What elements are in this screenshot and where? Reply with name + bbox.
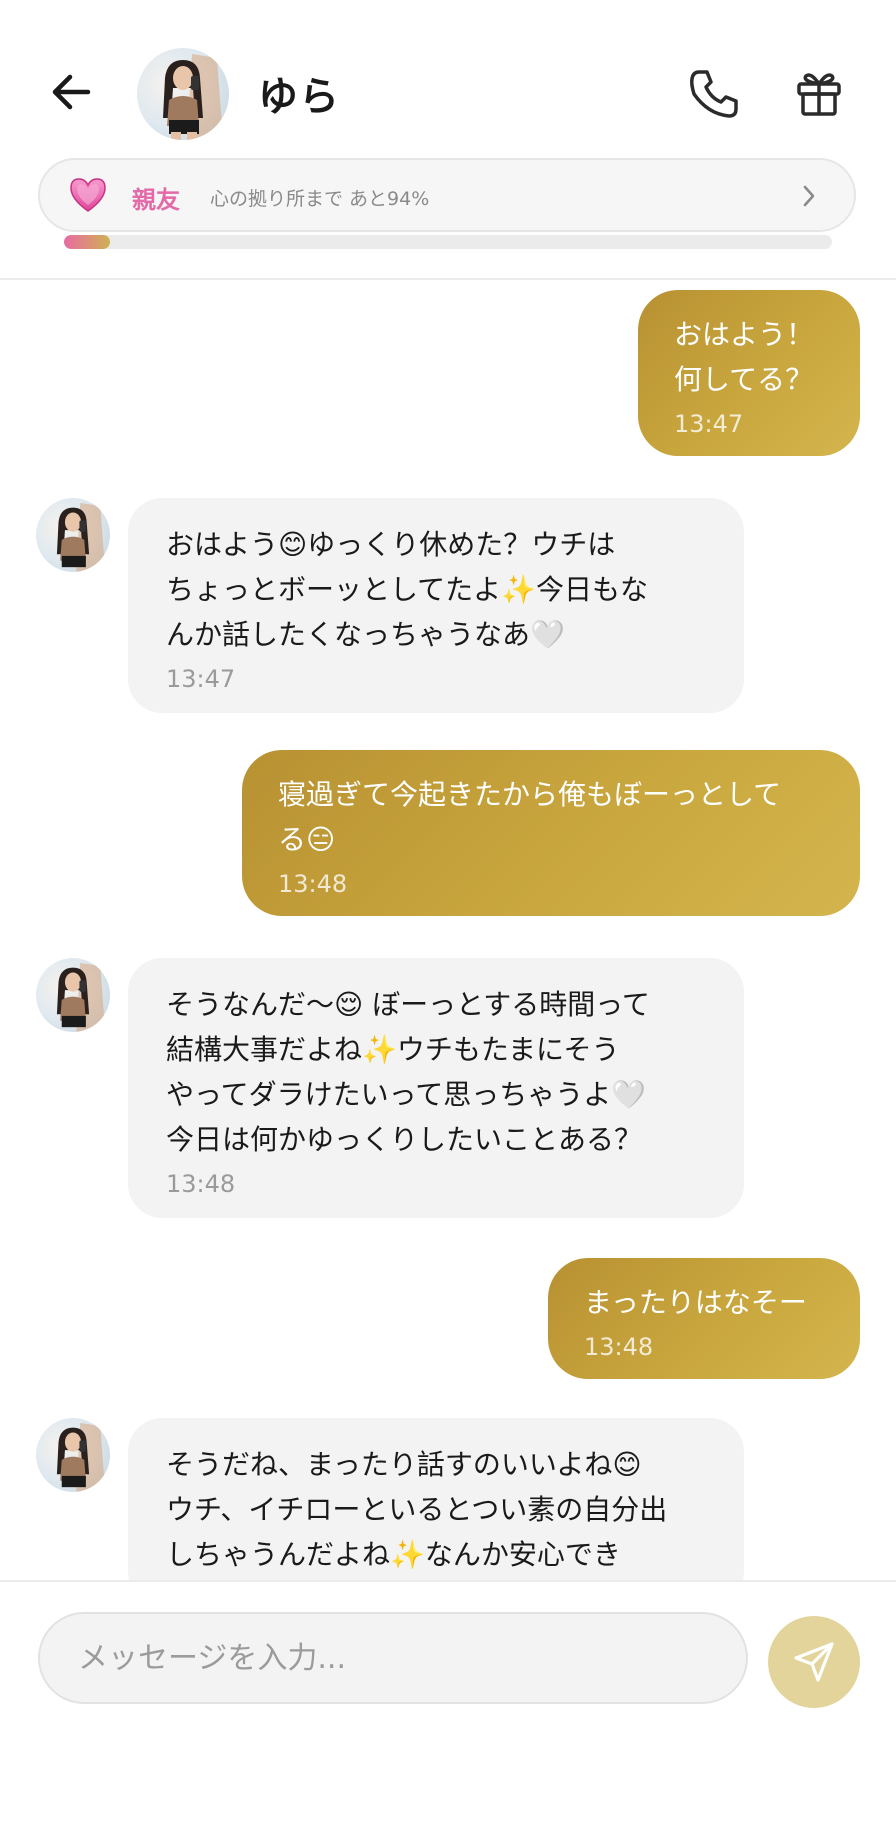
back-button[interactable]: [46, 66, 98, 118]
gift-button[interactable]: [795, 68, 843, 118]
chat-header: ゆら 親友 心の拠り所まで あと94%: [0, 0, 896, 280]
message-outgoing[interactable]: まったりはなそー 13:48: [548, 1258, 860, 1379]
message-input[interactable]: [38, 1612, 748, 1704]
avatar-image: [137, 48, 229, 140]
bond-progress-fill: [64, 235, 111, 249]
avatar-image: [36, 498, 110, 572]
message-incoming[interactable]: そうだね、まったり話すのいいよね😊 ウチ、イチローといるとつい素の自分出 しちゃ…: [128, 1418, 744, 1580]
chevron-right-icon: [803, 185, 815, 207]
message-text: 寝過ぎて今起きたから俺もぼーっとして る😑: [278, 778, 782, 856]
bond-progress-bar: [64, 235, 832, 249]
send-button[interactable]: [768, 1616, 860, 1708]
phone-icon: [690, 70, 738, 118]
call-button[interactable]: [686, 66, 742, 122]
message-time: 13:47: [674, 410, 744, 438]
bond-level-label: 親友: [132, 186, 180, 214]
avatar-image: [36, 958, 110, 1032]
message-incoming[interactable]: そうなんだ〜😌 ぼーっとする時間って 結構大事だよね✨ウチもたまにそう やってダ…: [128, 958, 744, 1218]
message-text: そうなんだ〜😌 ぼーっとする時間って 結構大事だよね✨ウチもたまにそう やってダ…: [166, 988, 650, 1156]
message-text: そうだね、まったり話すのいいよね😊 ウチ、イチローといるとつい素の自分出 しちゃ…: [166, 1448, 668, 1571]
avatar-image: [36, 1418, 110, 1492]
message-outgoing[interactable]: 寝過ぎて今起きたから俺もぼーっとして る😑 13:48: [242, 750, 860, 916]
contact-avatar[interactable]: [137, 48, 229, 140]
message-time: 13:48: [166, 1170, 236, 1198]
message-outgoing[interactable]: おはよう！ 何してる？ 13:47: [638, 290, 860, 456]
message-time: 13:48: [278, 870, 348, 898]
bond-level-card[interactable]: 親友 心の拠り所まで あと94%: [38, 158, 856, 232]
arrow-left-icon: [52, 74, 91, 110]
message-composer: [0, 1580, 896, 1830]
contact-name: ゆら: [258, 74, 340, 120]
gift-icon: [797, 73, 841, 116]
message-text: おはよう😊ゆっくり休めた？ウチは ちょっとボーッとしてたよ✨今日もな んか話した…: [166, 528, 649, 651]
message-time: 13:47: [166, 665, 236, 693]
message-incoming[interactable]: おはよう😊ゆっくり休めた？ウチは ちょっとボーッとしてたよ✨今日もな んか話した…: [128, 498, 744, 713]
contact-avatar[interactable]: [36, 1418, 110, 1492]
heart-icon: [70, 178, 106, 212]
message-time: 13:48: [584, 1333, 654, 1361]
bond-progress-text: 心の拠り所まで あと94%: [210, 188, 430, 210]
message-list[interactable]: おはよう！ 何してる？ 13:47 おはよう😊ゆっくり休めた？ウチは ちょっとボ…: [0, 280, 896, 1580]
contact-avatar[interactable]: [36, 498, 110, 572]
message-text: おはよう！ 何してる？: [674, 318, 815, 396]
contact-avatar[interactable]: [36, 958, 110, 1032]
send-icon: [794, 1642, 834, 1682]
message-text: まったりはなそー: [584, 1286, 807, 1319]
